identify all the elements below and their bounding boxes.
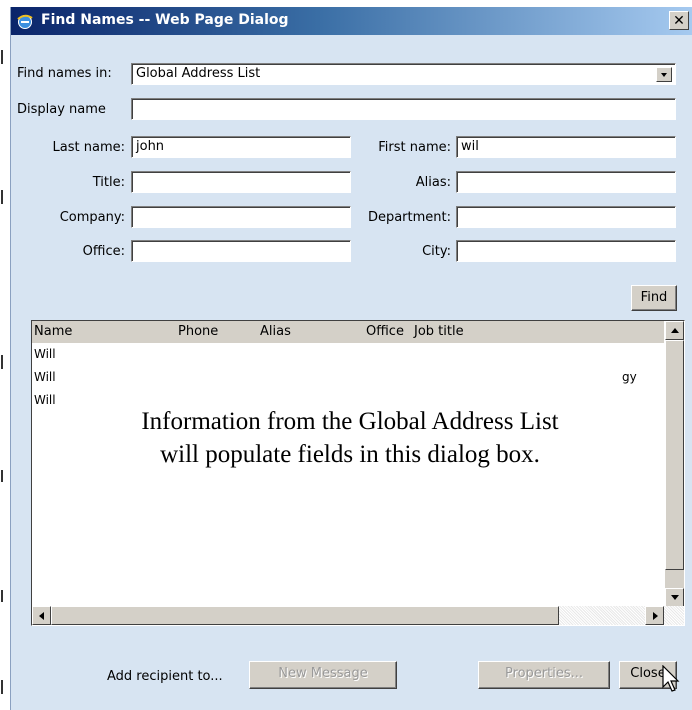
list-item-job-title: gy <box>622 370 637 384</box>
scroll-thumb[interactable] <box>665 340 684 570</box>
city-label: City: <box>422 244 451 259</box>
horizontal-scrollbar[interactable] <box>32 606 684 625</box>
first-name-field[interactable]: wil <box>456 136 676 158</box>
find-in-select[interactable]: Global Address List <box>131 63 676 85</box>
find-in-label: Find names in: <box>17 66 112 81</box>
scroll-down-icon[interactable] <box>665 588 684 607</box>
list-header: Name Phone Alias Office Job title <box>32 321 664 343</box>
chevron-down-icon[interactable] <box>656 67 672 82</box>
column-header-name[interactable]: Name <box>34 324 72 339</box>
mouse-cursor-icon <box>662 665 680 692</box>
alias-label: Alias: <box>415 175 451 190</box>
last-name-label: Last name: <box>52 140 125 155</box>
ie-icon <box>17 14 33 29</box>
title-label: Title: <box>92 175 125 190</box>
new-message-button[interactable]: New Message <box>249 661 397 689</box>
scroll-up-icon[interactable] <box>665 321 684 340</box>
find-in-value: Global Address List <box>136 66 261 81</box>
office-label: Office: <box>82 244 125 259</box>
column-header-phone[interactable]: Phone <box>178 324 218 339</box>
display-name-field[interactable] <box>131 98 676 120</box>
column-header-office[interactable]: Office <box>366 324 404 339</box>
caption-line-2: will populate fields in this dialog box. <box>160 441 540 468</box>
column-header-job-title[interactable]: Job title <box>414 324 464 339</box>
find-button[interactable]: Find <box>631 285 677 311</box>
alias-field[interactable] <box>456 171 676 193</box>
list-item[interactable]: Will <box>34 347 56 361</box>
company-label: Company: <box>59 210 125 225</box>
city-field[interactable] <box>456 240 676 262</box>
display-name-label: Display name <box>17 102 106 117</box>
add-recipient-label: Add recipient to... <box>107 669 223 684</box>
first-name-label: First name: <box>378 140 451 155</box>
column-header-alias[interactable]: Alias <box>260 324 291 339</box>
find-names-dialog: Find Names -- Web Page Dialog ✕ Find nam… <box>10 7 692 710</box>
results-list[interactable]: Name Phone Alias Office Job title Will W… <box>31 320 685 626</box>
scroll-left-icon[interactable] <box>32 606 51 625</box>
department-label: Department: <box>367 210 451 225</box>
vertical-scrollbar[interactable] <box>665 321 684 607</box>
department-field[interactable] <box>456 206 676 228</box>
close-icon[interactable]: ✕ <box>669 11 689 30</box>
last-name-field[interactable]: john <box>131 136 351 158</box>
properties-button[interactable]: Properties... <box>478 661 610 689</box>
scroll-right-icon[interactable] <box>645 606 664 625</box>
list-item[interactable]: Will <box>34 393 56 407</box>
list-item[interactable]: Will <box>34 370 56 384</box>
window-title: Find Names -- Web Page Dialog <box>41 12 289 28</box>
caption-line-1: Information from the Global Address List <box>141 408 559 435</box>
title-bar[interactable]: Find Names -- Web Page Dialog ✕ <box>11 7 692 35</box>
office-field[interactable] <box>131 240 351 262</box>
company-field[interactable] <box>131 206 351 228</box>
h-scroll-thumb[interactable] <box>51 606 559 625</box>
title-field[interactable] <box>131 171 351 193</box>
caption-overlay: Information from the Global Address List… <box>60 405 640 471</box>
